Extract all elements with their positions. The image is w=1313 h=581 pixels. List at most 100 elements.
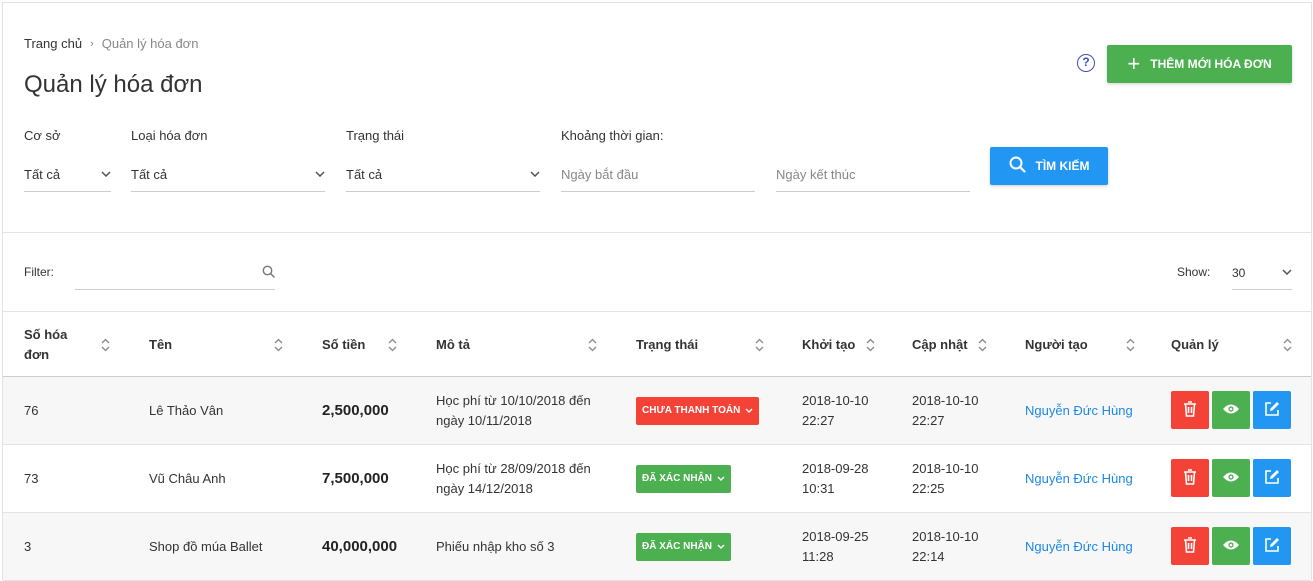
add-invoice-button[interactable]: + THÊM MỚI HÓA ĐƠN	[1107, 45, 1292, 83]
edit-button[interactable]	[1253, 391, 1291, 429]
facility-select[interactable]: Tất cả	[24, 158, 111, 192]
sort-icon	[978, 338, 987, 352]
chevron-down-icon	[530, 169, 540, 180]
view-button[interactable]	[1212, 527, 1250, 565]
eye-icon	[1222, 539, 1240, 554]
sort-icon	[388, 338, 397, 352]
page-size-select[interactable]: 30	[1232, 256, 1292, 290]
sort-icon	[1126, 338, 1135, 352]
view-button[interactable]	[1212, 391, 1250, 429]
invoice-name: Shop đồ múa Ballet	[149, 538, 263, 554]
column-header-amount[interactable]: Số tiền	[322, 312, 397, 378]
eye-icon	[1222, 403, 1240, 418]
invoice-number: 76	[24, 402, 39, 418]
trash-icon	[1183, 536, 1197, 556]
column-header-updated[interactable]: Cập nhật	[912, 312, 987, 378]
facility-select-value: Tất cả	[24, 167, 61, 182]
status-select[interactable]: Tất cả	[346, 158, 540, 192]
invoice-name: Lê Thảo Vân	[149, 402, 224, 418]
status-badge[interactable]: ĐÃ XÁC NHẬN	[636, 464, 731, 493]
invoice-type-select[interactable]: Tất cả	[131, 158, 325, 192]
start-date-placeholder: Ngày bắt đầu	[561, 167, 639, 182]
invoice-description: Phiếu nhập kho số 3	[436, 538, 555, 554]
created-at: 2018-09-25 11:28	[802, 528, 869, 564]
status-badge[interactable]: CHƯA THANH TOÁN	[636, 396, 760, 425]
status-badge[interactable]: ĐÃ XÁC NHẬN	[636, 532, 731, 561]
edit-icon	[1264, 469, 1280, 488]
facility-label: Cơ sở	[24, 128, 61, 143]
column-header-description[interactable]: Mô tả	[436, 312, 597, 378]
sort-icon	[866, 338, 875, 352]
table-filter-label: Filter:	[24, 265, 54, 279]
invoice-type-select-value: Tất cả	[131, 167, 168, 182]
edit-icon	[1264, 401, 1280, 420]
status-label: Trạng thái	[346, 128, 405, 143]
section-divider	[3, 232, 1311, 233]
breadcrumb-separator: ›	[90, 37, 94, 50]
column-header-invoice-number[interactable]: Số hóa đơn	[24, 312, 110, 378]
trash-icon	[1183, 468, 1197, 488]
creator-link[interactable]: Nguyễn Đức Hùng	[1025, 377, 1133, 444]
search-button[interactable]: TÌM KIẾM	[990, 147, 1108, 185]
delete-button[interactable]	[1171, 527, 1209, 565]
status-cell: ĐÃ XÁC NHẬN	[636, 445, 731, 512]
sort-icon	[755, 338, 764, 352]
trash-icon	[1183, 400, 1197, 420]
edit-button[interactable]	[1253, 459, 1291, 497]
search-icon	[1009, 156, 1026, 176]
help-circle-icon[interactable]: ?	[1077, 54, 1095, 72]
view-button[interactable]	[1212, 459, 1250, 497]
page-size-value: 30	[1232, 265, 1246, 280]
chevron-down-icon	[101, 169, 111, 180]
chevron-down-icon	[1282, 267, 1292, 278]
sort-icon	[274, 338, 283, 352]
eye-icon	[1222, 471, 1240, 486]
delete-button[interactable]	[1171, 459, 1209, 497]
table-row: 76 Lê Thảo Vân 2,500,000 Học phí từ 10/1…	[3, 377, 1311, 445]
status-cell: ĐÃ XÁC NHẬN	[636, 513, 731, 580]
invoice-description: Học phí từ 28/09/2018 đến ngày 14/12/201…	[436, 460, 591, 496]
delete-button[interactable]	[1171, 391, 1209, 429]
chevron-down-icon	[745, 401, 753, 421]
chevron-down-icon	[717, 469, 725, 489]
status-cell: CHƯA THANH TOÁN	[636, 377, 760, 444]
row-actions	[1171, 459, 1291, 497]
row-actions	[1171, 391, 1291, 429]
column-header-name[interactable]: Tên	[149, 312, 283, 378]
creator-link[interactable]: Nguyễn Đức Hùng	[1025, 445, 1133, 512]
edit-button[interactable]	[1253, 527, 1291, 565]
updated-at: 2018-10-10 22:27	[912, 392, 979, 428]
table-filter-input[interactable]	[75, 256, 275, 290]
column-header-manage[interactable]: Quản lý	[1171, 312, 1292, 378]
table-row: 3 Shop đồ múa Ballet 40,000,000 Phiếu nh…	[3, 513, 1311, 581]
updated-at: 2018-10-10 22:14	[912, 528, 979, 564]
created-at: 2018-10-10 22:27	[802, 392, 869, 428]
sort-icon	[1283, 338, 1292, 352]
invoice-amount: 7,500,000	[322, 469, 389, 487]
plus-icon: +	[1127, 51, 1141, 76]
invoice-name: Vũ Châu Anh	[149, 470, 226, 486]
status-select-value: Tất cả	[346, 167, 383, 182]
invoice-amount: 40,000,000	[322, 537, 398, 555]
column-header-status[interactable]: Trạng thái	[636, 312, 764, 378]
column-header-creator[interactable]: Người tạo	[1025, 312, 1135, 378]
chevron-down-icon	[315, 169, 325, 180]
column-header-created[interactable]: Khởi tạo	[802, 312, 875, 378]
sort-icon	[101, 338, 110, 352]
end-date-placeholder: Ngày kết thúc	[776, 167, 856, 182]
table-row: 73 Vũ Châu Anh 7,500,000 Học phí từ 28/0…	[3, 445, 1311, 513]
row-actions	[1171, 527, 1291, 565]
page-title: Quản lý hóa đơn	[24, 71, 203, 98]
chevron-down-icon	[717, 537, 725, 557]
invoice-management-card: Trang chủ › Quản lý hóa đơn Quản lý hóa …	[2, 2, 1312, 581]
search-icon	[262, 265, 275, 281]
invoice-amount: 2,500,000	[322, 401, 389, 419]
sort-icon	[588, 338, 597, 352]
breadcrumb-home[interactable]: Trang chủ	[24, 36, 82, 51]
start-date-input[interactable]: Ngày bắt đầu	[561, 158, 755, 192]
creator-link[interactable]: Nguyễn Đức Hùng	[1025, 513, 1133, 580]
show-label: Show:	[1177, 265, 1211, 279]
end-date-input[interactable]: Ngày kết thúc	[776, 158, 970, 192]
invoice-type-label: Loại hóa đơn	[131, 128, 208, 143]
invoice-description: Học phí từ 10/10/2018 đến ngày 10/11/201…	[436, 392, 591, 428]
